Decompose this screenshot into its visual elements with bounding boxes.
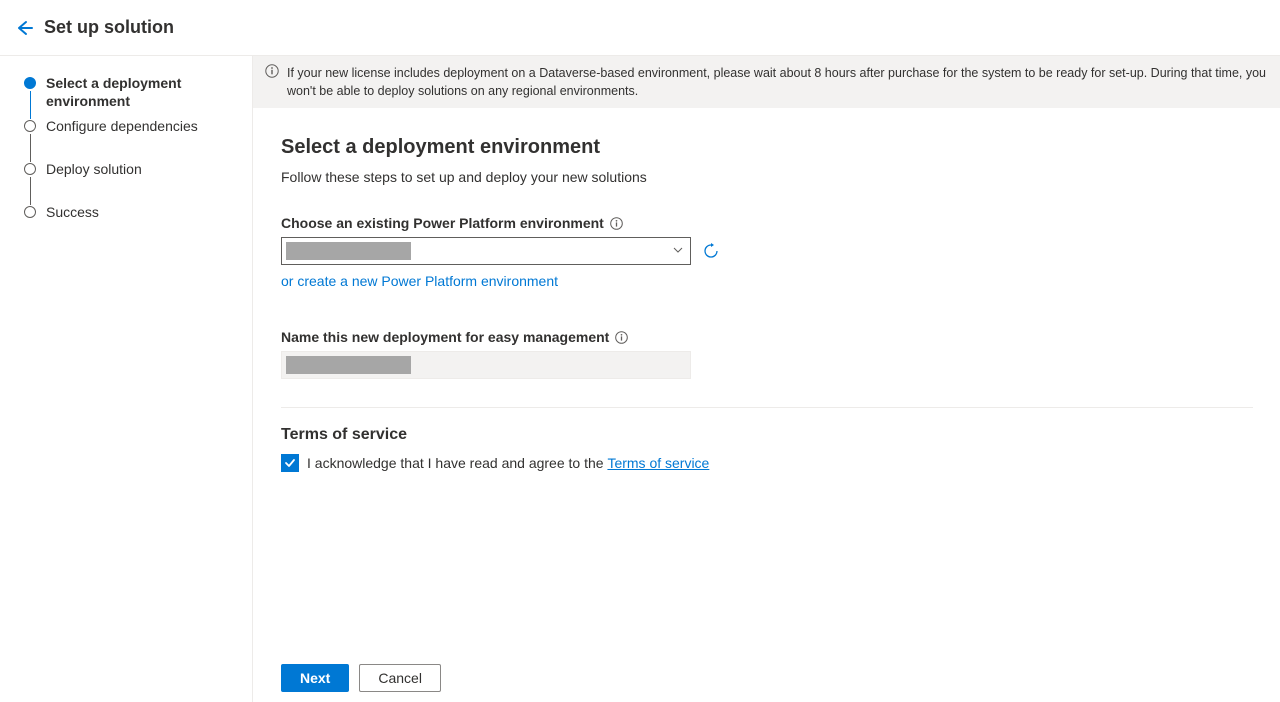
step-label: Select a deployment environment <box>46 74 240 110</box>
chevron-down-icon <box>672 243 684 259</box>
info-icon <box>265 64 279 83</box>
step-label: Configure dependencies <box>46 117 198 135</box>
back-arrow-icon[interactable] <box>14 18 34 38</box>
footer: Next Cancel <box>281 664 441 692</box>
step-connector <box>30 134 31 162</box>
help-icon[interactable] <box>610 217 623 230</box>
step-configure-dependencies[interactable]: Configure dependencies <box>24 117 240 160</box>
tos-checkbox[interactable] <box>281 454 299 472</box>
info-banner: If your new license includes deployment … <box>253 56 1280 108</box>
tos-link[interactable]: Terms of service <box>607 455 709 471</box>
step-connector <box>30 177 31 205</box>
tos-row: I acknowledge that I have read and agree… <box>281 454 1253 472</box>
environment-dropdown-value <box>286 242 411 260</box>
section-subheading: Follow these steps to set up and deploy … <box>281 169 1253 185</box>
deployment-name-label: Name this new deployment for easy manage… <box>281 329 1253 345</box>
refresh-icon[interactable] <box>703 243 719 259</box>
environment-dropdown[interactable] <box>281 237 691 265</box>
tos-text-prefix: I acknowledge that I have read and agree… <box>307 455 604 471</box>
step-circle-icon <box>24 206 36 218</box>
step-circle-icon <box>24 120 36 132</box>
create-environment-link[interactable]: or create a new Power Platform environme… <box>281 273 558 289</box>
info-banner-text: If your new license includes deployment … <box>287 66 1266 98</box>
next-button[interactable]: Next <box>281 664 349 692</box>
cancel-button[interactable]: Cancel <box>359 664 441 692</box>
help-icon[interactable] <box>615 331 628 344</box>
deployment-name-input[interactable] <box>281 351 691 379</box>
page-title: Set up solution <box>44 17 174 38</box>
deployment-name-value <box>286 356 411 374</box>
step-success[interactable]: Success <box>24 203 240 221</box>
step-circle-icon <box>24 77 36 89</box>
header: Set up solution <box>0 0 1280 56</box>
step-circle-icon <box>24 163 36 175</box>
step-label: Success <box>46 203 99 221</box>
main-panel: If your new license includes deployment … <box>253 56 1280 702</box>
stepper-sidebar: Select a deployment environment Configur… <box>0 56 253 702</box>
step-deploy-solution[interactable]: Deploy solution <box>24 160 240 203</box>
section-heading: Select a deployment environment <box>281 136 1253 159</box>
step-select-environment[interactable]: Select a deployment environment <box>24 74 240 117</box>
tos-heading: Terms of service <box>281 426 1253 444</box>
step-label: Deploy solution <box>46 160 142 178</box>
divider <box>281 407 1253 408</box>
environment-field-label: Choose an existing Power Platform enviro… <box>281 215 1253 231</box>
step-connector <box>30 91 31 119</box>
